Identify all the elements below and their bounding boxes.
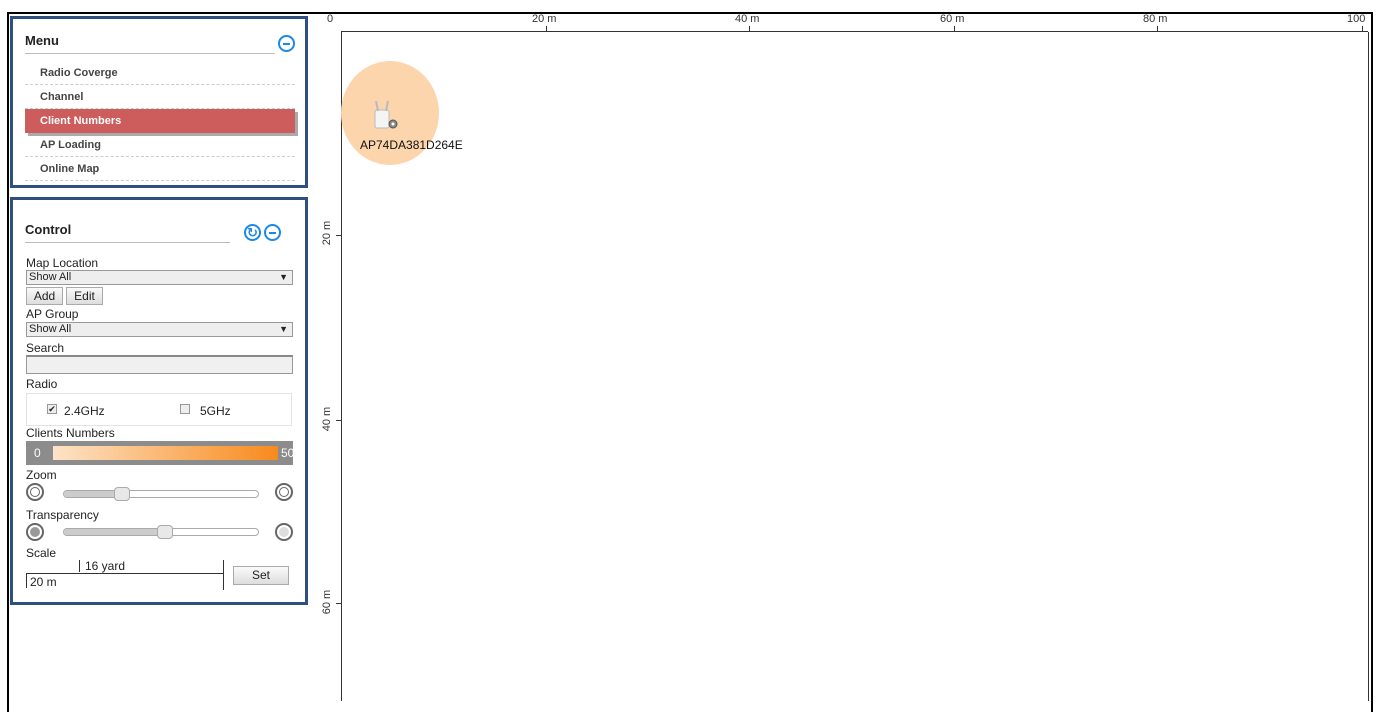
clients-numbers-label: Clients Numbers [26,426,115,440]
control-panel: Control ↻ Map Location Show All ▼ Add Ed… [10,197,308,605]
legend-min: 0 [34,446,41,460]
transparency-label: Transparency [26,508,99,522]
legend-gradient [53,446,278,460]
zoom-slider[interactable] [63,487,259,501]
transparent-icon[interactable] [275,523,293,541]
checkbox-2-4ghz[interactable]: ✔ [47,404,57,414]
x-tick-label: 20 m [532,13,557,25]
scale-line [26,573,223,574]
scale-end [223,560,224,590]
access-point-icon[interactable] [372,100,398,130]
ap-name-label[interactable]: AP74DA381D264E [360,138,463,152]
edit-button[interactable]: Edit [66,287,103,305]
ap-group-value: Show All [29,323,72,335]
search-label: Search [26,341,65,355]
y-tick-label: 60 m [321,589,334,615]
menu-item-online-map[interactable]: Online Map [25,157,295,181]
y-tick [336,603,342,604]
y-tick-label: 20 m [321,220,334,246]
menu-list: Radio Coverge Channel Client Numbers AP … [25,61,295,181]
scale-start [26,574,27,588]
y-tick [336,235,342,236]
add-button[interactable]: Add [26,287,63,305]
ap-group-label: AP Group [26,307,79,321]
clients-numbers-legend: 0 50 [26,441,295,465]
x-tick [954,26,955,32]
y-tick [336,420,342,421]
legend-max: 50 [281,446,295,460]
label-2-4ghz: 2.4GHz [64,404,105,418]
y-tick-label: 40 m [321,406,334,432]
transparency-slider-fill [64,529,165,535]
x-tick-label: 40 m [735,13,760,25]
zoom-slider-handle[interactable] [114,487,130,501]
map-location-label: Map Location [26,256,99,270]
menu-divider [25,53,275,54]
map-location-value: Show All [29,271,72,283]
x-tick-label: 80 m [1143,13,1168,25]
x-tick-label: 60 m [940,13,965,25]
x-tick-label: 0 [327,13,334,25]
zoom-in-icon[interactable] [275,483,293,501]
menu-item-radio-coverage[interactable]: Radio Coverge [25,61,295,85]
chevron-down-icon: ▼ [279,272,288,282]
x-tick [546,26,547,32]
x-tick [749,26,750,32]
refresh-icon[interactable]: ↻ [244,224,261,241]
scale-yard: 16 yard [85,559,126,573]
set-scale-button[interactable]: Set [233,566,289,585]
scale-label: Scale [26,546,57,560]
menu-item-ap-loading[interactable]: AP Loading [25,133,295,157]
control-divider [25,242,230,243]
transparency-slider[interactable] [63,525,259,539]
control-title: Control [25,222,72,237]
collapse-control-icon[interactable] [264,224,281,241]
collapse-menu-icon[interactable] [278,35,295,52]
x-tick [1362,26,1363,32]
scale-tick [79,560,80,572]
zoom-label: Zoom [26,468,57,482]
menu-panel: Menu Radio Coverge Channel Client Number… [10,16,308,188]
left-ruler [341,31,342,701]
search-input[interactable] [26,355,293,374]
opaque-icon[interactable] [26,523,44,541]
menu-item-client-numbers[interactable]: Client Numbers [25,109,295,133]
chevron-down-icon: ▼ [279,324,288,334]
x-tick-label: 100 [1347,13,1366,25]
x-tick [1157,26,1158,32]
label-5ghz: 5GHz [200,404,231,418]
top-ruler [342,31,1368,32]
checkbox-5ghz[interactable] [180,404,190,414]
radio-options: ✔ 2.4GHz 5GHz [26,393,292,426]
floor-map[interactable] [342,32,1369,701]
radio-label: Radio [26,377,58,391]
scale-meters: 20 m [30,575,57,589]
menu-title: Menu [25,33,59,48]
menu-item-channel[interactable]: Channel [25,85,295,109]
map-location-select[interactable]: Show All ▼ [26,270,293,285]
transparency-slider-handle[interactable] [157,525,173,539]
zoom-out-icon[interactable] [26,483,44,501]
ap-group-select[interactable]: Show All ▼ [26,322,293,337]
